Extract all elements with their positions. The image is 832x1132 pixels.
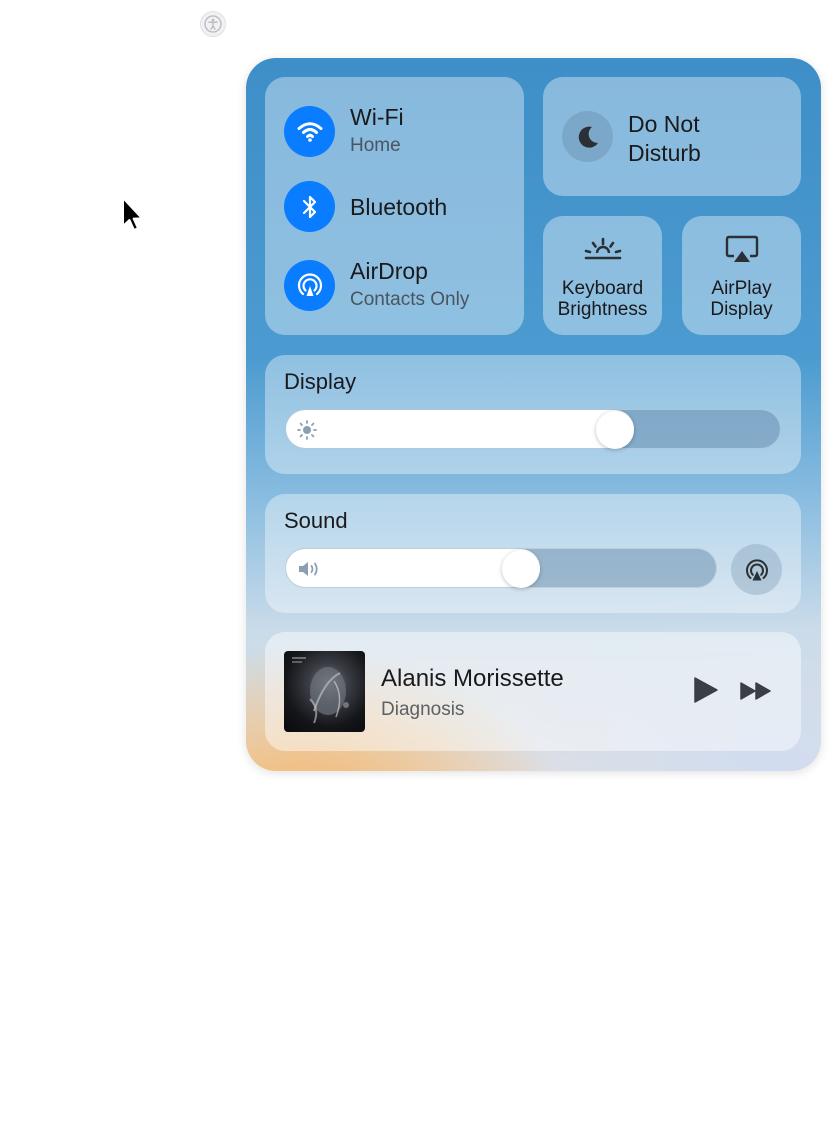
do-not-disturb-label-line2: Disturb xyxy=(628,140,701,166)
airdrop-toggle-button[interactable] xyxy=(284,259,335,311)
sun-icon xyxy=(296,419,318,446)
display-brightness-knob[interactable] xyxy=(596,411,634,449)
now-playing-track: Diagnosis xyxy=(381,699,465,720)
speaker-icon xyxy=(296,558,324,585)
now-playing-artist: Alanis Morissette xyxy=(381,665,564,692)
now-playing-tile: Alanis Morissette Diagnosis xyxy=(265,632,801,751)
volume-slider[interactable] xyxy=(285,548,717,588)
bluetooth-icon xyxy=(302,195,316,218)
fast-forward-icon xyxy=(740,682,771,700)
airplay-audio-icon xyxy=(745,558,768,580)
airdrop-icon xyxy=(297,273,322,296)
wifi-toggle-button[interactable] xyxy=(284,105,335,157)
play-icon xyxy=(694,677,718,703)
bluetooth-row[interactable]: Bluetooth xyxy=(284,181,447,232)
volume-knob[interactable] xyxy=(502,550,540,588)
moon-icon xyxy=(578,126,598,148)
airplay-audio-button[interactable] xyxy=(731,544,782,595)
control-center-panel: Wi-Fi Home Bluetooth AirDrop Contacts On… xyxy=(246,58,821,771)
album-art[interactable] xyxy=(284,651,365,732)
do-not-disturb-label-line1: Do Not xyxy=(628,111,700,137)
keyboard-brightness-label: Keyboard Brightness xyxy=(543,278,662,320)
airdrop-status: Contacts Only xyxy=(350,289,470,310)
airplay-display-tile[interactable]: AirPlay Display xyxy=(682,216,801,335)
wifi-network-name: Home xyxy=(350,135,401,156)
accessibility-icon[interactable] xyxy=(200,11,226,37)
bluetooth-label: Bluetooth xyxy=(350,193,448,220)
do-not-disturb-tile[interactable]: Do Not Disturb xyxy=(543,77,801,196)
airplay-display-label: AirPlay Display xyxy=(682,278,801,320)
display-brightness-slider[interactable] xyxy=(285,409,781,449)
do-not-disturb-toggle-button[interactable] xyxy=(562,111,613,162)
airplay-display-label-line1: AirPlay xyxy=(711,278,772,299)
display-title: Display xyxy=(284,369,357,394)
bluetooth-toggle-button[interactable] xyxy=(284,181,335,232)
keyboard-brightness-label-line2: Brightness xyxy=(557,299,648,320)
airplay-display-label-line2: Display xyxy=(710,299,773,320)
airplay-display-icon xyxy=(725,235,758,262)
sound-tile: Sound xyxy=(265,494,801,613)
airdrop-label: AirDrop xyxy=(350,258,428,284)
keyboard-brightness-label-line1: Keyboard xyxy=(561,278,644,299)
display-tile: Display xyxy=(265,355,801,474)
fast-forward-button[interactable] xyxy=(739,680,773,702)
display-brightness-fill xyxy=(286,410,634,448)
play-button[interactable] xyxy=(691,676,719,704)
airdrop-row[interactable]: AirDrop Contacts Only xyxy=(284,258,469,312)
do-not-disturb-label: Do Not Disturb xyxy=(628,110,701,168)
wifi-icon xyxy=(297,122,322,142)
wifi-row[interactable]: Wi-Fi Home xyxy=(284,104,404,158)
sound-title: Sound xyxy=(284,508,348,533)
wifi-label: Wi-Fi xyxy=(350,104,404,130)
keyboard-brightness-tile[interactable]: Keyboard Brightness xyxy=(543,216,662,335)
connectivity-tile: Wi-Fi Home Bluetooth AirDrop Contacts On… xyxy=(265,77,524,335)
mouse-cursor-icon xyxy=(120,196,146,234)
keyboard-brightness-icon xyxy=(584,237,621,260)
